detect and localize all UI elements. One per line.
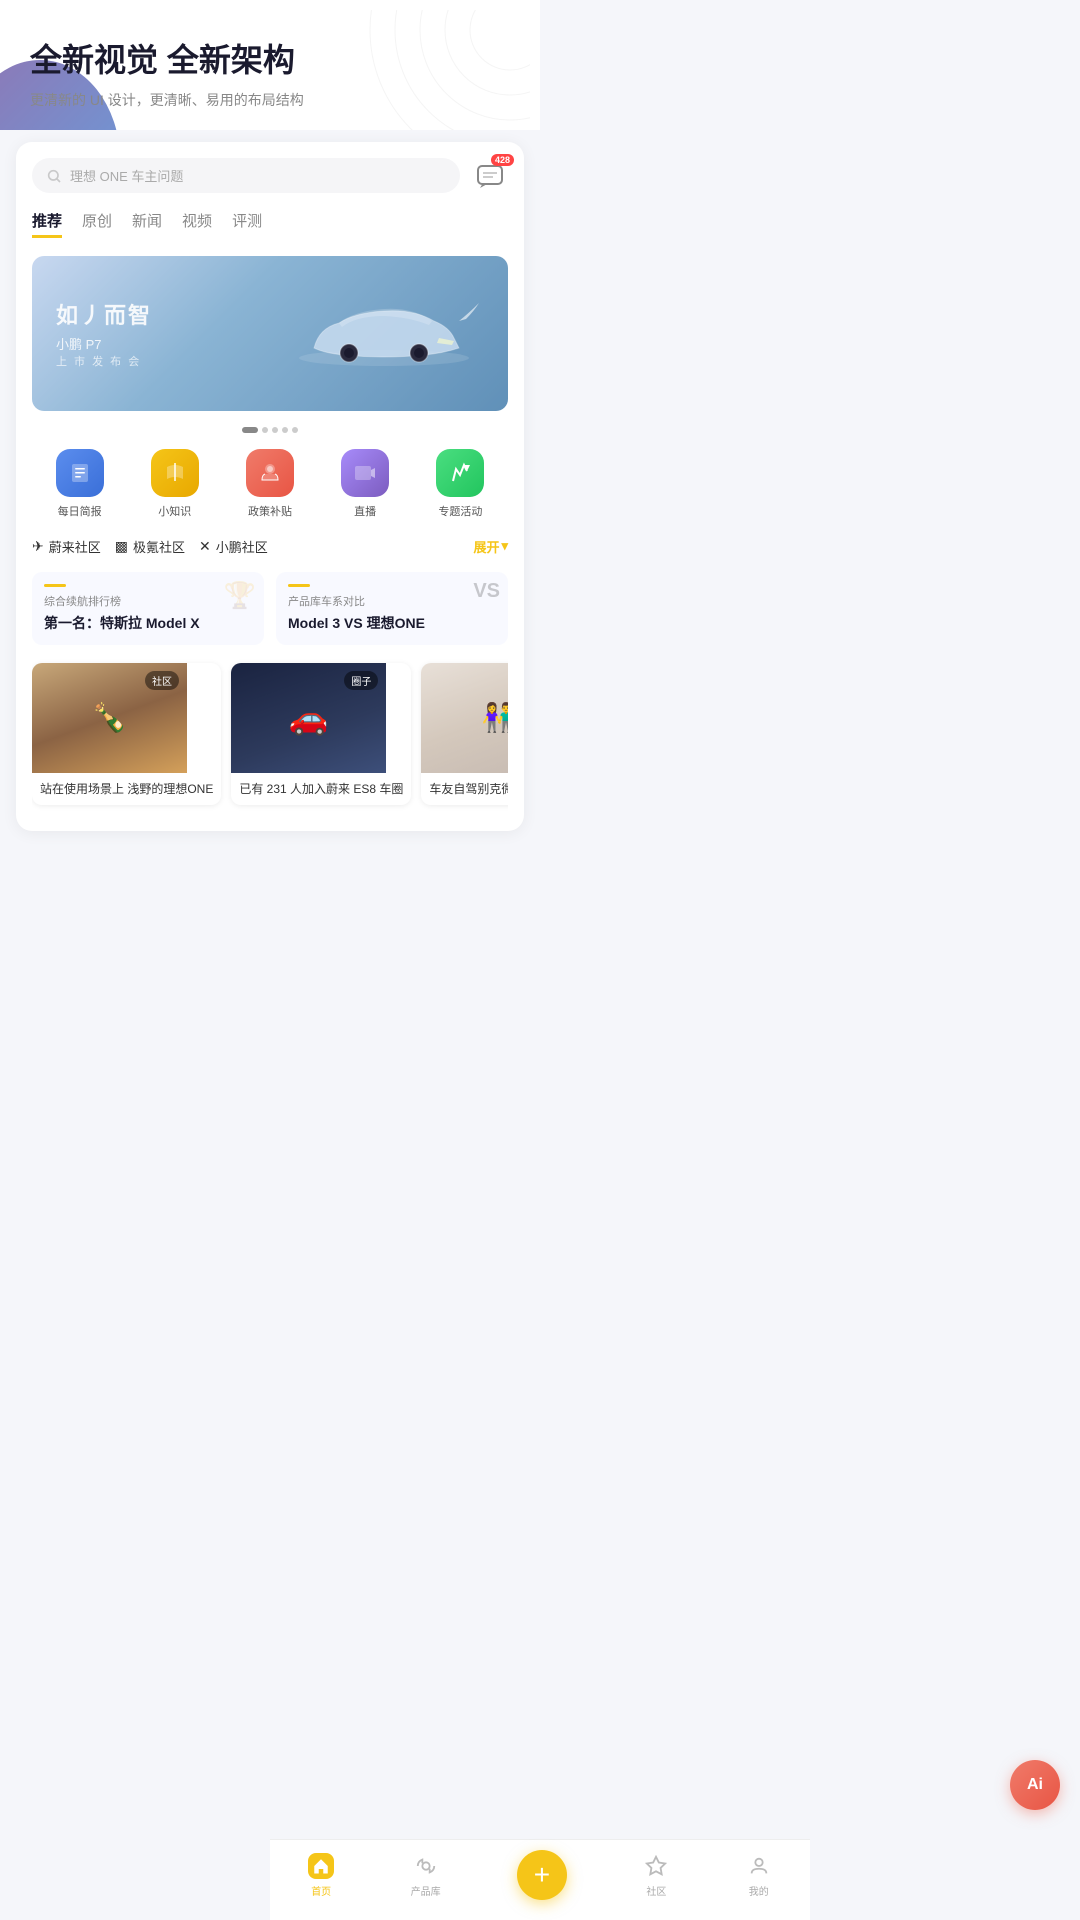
nav-home[interactable]: 首页 <box>308 1853 334 1898</box>
desc-2: 车友自驾别克微蓝，开启了南... <box>421 773 508 806</box>
community-tags-row: ✈ 蔚来社区 ▩ 极氪社区 ✕ 小鹏社区 展开 ▾ <box>32 525 508 564</box>
expand-label: 展开 <box>473 537 499 556</box>
nav-home-label: 首页 <box>311 1883 331 1898</box>
nav-community-label: 社区 <box>646 1883 666 1898</box>
banner-dots <box>32 421 508 439</box>
badge-0: 社区 <box>145 671 179 690</box>
quick-item-activity[interactable]: 专题活动 <box>436 449 484 519</box>
nav-profile-label: 我的 <box>749 1883 769 1898</box>
rank-title-2: Model 3 VS 理想ONE <box>288 613 496 633</box>
tab-original[interactable]: 原创 <box>82 210 112 238</box>
desc-0: 站在使用场景上 浅野的理想ONE <box>32 773 221 806</box>
home-icon <box>308 1853 334 1879</box>
rank-tag-2: 产品库车系对比 <box>288 593 496 609</box>
rank-accent-1: 🏆 <box>224 580 256 611</box>
profile-icon <box>746 1853 772 1879</box>
search-placeholder-text: 理想 ONE 车主问题 <box>70 166 183 185</box>
dot-2 <box>262 427 268 433</box>
rank-card-compare[interactable]: 产品库车系对比 Model 3 VS 理想ONE VS <box>276 572 508 645</box>
dot-5 <box>292 427 298 433</box>
rank-card-endurance[interactable]: 综合续航排行榜 第一名：特斯拉 Model X 🏆 <box>32 572 264 645</box>
quick-item-knowledge[interactable]: 小知识 <box>151 449 199 519</box>
hero-subtitle: 更清新的 UI 设计，更清晰、易用的布局结构 <box>30 90 510 110</box>
hero-title: 全新视觉 全新架构 <box>30 40 510 82</box>
search-bar: 理想 ONE 车主问题 428 <box>32 158 508 194</box>
banner-content: 如丿而智 小鹏 P7 上 市 发 布 会 <box>32 256 508 411</box>
search-input-wrap[interactable]: 理想 ONE 车主问题 <box>32 158 460 193</box>
zeekr-label: 极氪社区 <box>133 537 185 556</box>
ai-button[interactable]: Ai <box>1010 1760 1060 1810</box>
notification-badge: 428 <box>491 154 514 166</box>
rank-tag-1: 综合续航排行榜 <box>44 593 252 609</box>
quick-icons-row: 每日简报 小知识 政策补贴 直播 专题活动 <box>32 439 508 525</box>
hero-section: 全新视觉 全新架构 更清新的 UI 设计，更清晰、易用的布局结构 <box>0 0 540 130</box>
thumb-article-img: 👫 <box>421 663 508 773</box>
content-card-2[interactable]: 👫 文章 车友自驾别克微蓝，开启了南... <box>421 663 508 806</box>
community-xpeng[interactable]: ✕ 小鹏社区 <box>199 537 268 556</box>
thumb-1: 🚗 圈子 <box>231 663 386 773</box>
desc-1: 已有 231 人加入蔚来 ES8 车圈 <box>231 773 411 806</box>
zeekr-icon: ▩ <box>115 538 128 555</box>
content-cards-row: 🍾 社区 站在使用场景上 浅野的理想ONE 🚗 圈子 已有 231 人加入蔚来 … <box>32 653 508 816</box>
quick-item-live[interactable]: 直播 <box>341 449 389 519</box>
banner-car-image <box>284 283 484 383</box>
rank-bar-2 <box>288 584 310 587</box>
hero-banner[interactable]: 如丿而智 小鹏 P7 上 市 发 布 会 <box>32 256 508 411</box>
daily-icon <box>56 449 104 497</box>
main-card: 理想 ONE 车主问题 428 推荐 原创 新闻 视频 评测 如丿而智 小鹏 P… <box>16 142 524 832</box>
tab-news[interactable]: 新闻 <box>132 210 162 238</box>
nav-products-label: 产品库 <box>411 1883 441 1898</box>
bottom-nav: 首页 产品库 + 社区 我的 <box>270 1839 810 1920</box>
knowledge-icon <box>151 449 199 497</box>
tab-video[interactable]: 视频 <box>182 210 212 238</box>
content-card-0[interactable]: 🍾 社区 站在使用场景上 浅野的理想ONE <box>32 663 221 806</box>
tab-bar: 推荐 原创 新闻 视频 评测 <box>32 210 508 242</box>
activity-icon <box>436 449 484 497</box>
banner-car-name: 小鹏 P7 <box>56 334 152 353</box>
community-nio[interactable]: ✈ 蔚来社区 <box>32 537 101 556</box>
add-icon: + <box>534 1861 550 1889</box>
quick-item-daily[interactable]: 每日简报 <box>56 449 104 519</box>
community-icon <box>643 1853 669 1879</box>
dot-3 <box>272 427 278 433</box>
banner-car-sub: 上 市 发 布 会 <box>56 353 152 369</box>
nav-profile[interactable]: 我的 <box>746 1853 772 1898</box>
dot-1 <box>242 427 258 433</box>
tab-review[interactable]: 评测 <box>232 210 262 238</box>
products-icon <box>413 1853 439 1879</box>
quick-label-policy: 政策补贴 <box>248 503 292 519</box>
policy-icon <box>246 449 294 497</box>
community-zeekr[interactable]: ▩ 极氪社区 <box>115 537 185 556</box>
quick-label-activity: 专题活动 <box>438 503 482 519</box>
ai-label: Ai <box>1027 1776 1043 1794</box>
nav-products[interactable]: 产品库 <box>411 1853 441 1898</box>
nio-label: 蔚来社区 <box>49 537 101 556</box>
quick-label-live: 直播 <box>354 503 376 519</box>
badge-1: 圈子 <box>344 671 378 690</box>
notification-button[interactable]: 428 <box>472 158 508 194</box>
ranking-section: 综合续航排行榜 第一名：特斯拉 Model X 🏆 产品库车系对比 Model … <box>32 564 508 653</box>
xpeng-label: 小鹏社区 <box>216 537 268 556</box>
banner-title: 如丿而智 <box>56 298 152 330</box>
rank-accent-2: VS <box>473 580 500 603</box>
quick-label-knowledge: 小知识 <box>158 503 191 519</box>
search-icon <box>46 168 62 184</box>
dot-4 <box>282 427 288 433</box>
tab-recommend[interactable]: 推荐 <box>32 210 62 238</box>
rank-title-1: 第一名：特斯拉 Model X <box>44 613 252 633</box>
thumb-2: 👫 文章 <box>421 663 508 773</box>
thumb-0: 🍾 社区 <box>32 663 187 773</box>
live-icon <box>341 449 389 497</box>
nav-community[interactable]: 社区 <box>643 1853 669 1898</box>
nio-icon: ✈ <box>32 538 44 555</box>
quick-label-daily: 每日简报 <box>58 503 102 519</box>
content-card-1[interactable]: 🚗 圈子 已有 231 人加入蔚来 ES8 车圈 <box>231 663 411 806</box>
quick-item-policy[interactable]: 政策补贴 <box>246 449 294 519</box>
nav-add-button[interactable]: + <box>517 1850 567 1900</box>
banner-text: 如丿而智 小鹏 P7 上 市 发 布 会 <box>56 298 152 369</box>
expand-button[interactable]: 展开 ▾ <box>473 537 508 556</box>
xpeng-icon: ✕ <box>199 538 211 555</box>
chevron-down-icon: ▾ <box>501 538 508 554</box>
rank-bar-1 <box>44 584 66 587</box>
